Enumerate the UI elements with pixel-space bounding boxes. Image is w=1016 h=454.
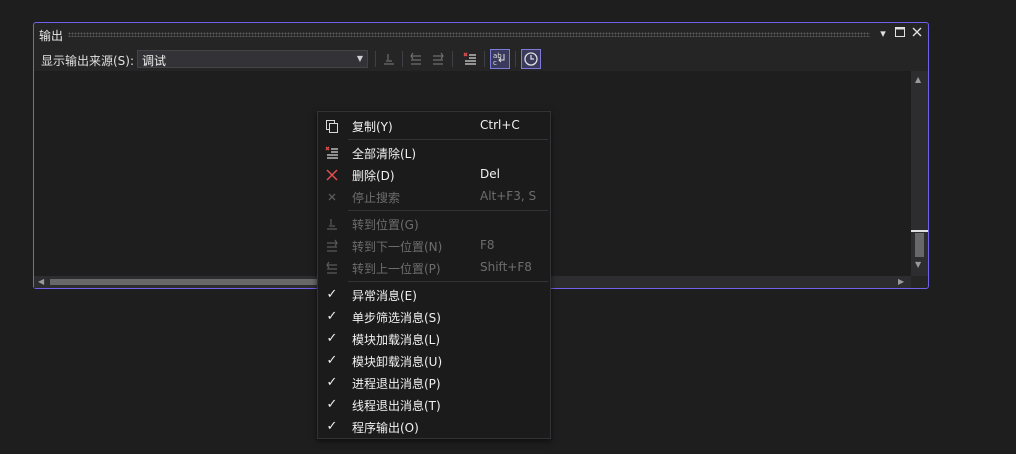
word-wrap-toggle[interactable]: ab c bbox=[490, 49, 510, 69]
vertical-scrollbar[interactable]: ▲ ▼ bbox=[911, 71, 928, 276]
menu-item-label: 复制(Y) bbox=[352, 120, 393, 134]
menu-item-clear-all[interactable]: 全部清除(L) bbox=[318, 142, 550, 164]
menu-item-label: 转到下一位置(N) bbox=[352, 240, 443, 254]
close-icon[interactable] bbox=[910, 27, 924, 41]
menu-item-label: 程序输出(O) bbox=[352, 421, 419, 435]
menu-item-stop-search[interactable]: 停止搜索 Alt+F3, S bbox=[318, 186, 550, 208]
stop-search-icon bbox=[324, 189, 340, 205]
menu-item-shortcut: Ctrl+C bbox=[480, 118, 520, 132]
scroll-down-icon[interactable]: ▼ bbox=[915, 260, 921, 269]
checkmark-icon: ✓ bbox=[326, 353, 338, 368]
menu-item-program-output[interactable]: ✓ 程序输出(O) bbox=[318, 416, 550, 438]
menu-separator bbox=[348, 281, 548, 282]
checkmark-icon: ✓ bbox=[326, 309, 338, 324]
scroll-up-icon[interactable]: ▲ bbox=[915, 75, 921, 84]
menu-item-label: 线程退出消息(T) bbox=[352, 399, 441, 413]
vertical-scroll-thumb[interactable] bbox=[915, 233, 924, 257]
menu-item-label: 进程退出消息(P) bbox=[352, 377, 441, 391]
source-combo[interactable]: 调试 ▼ bbox=[137, 50, 368, 68]
copy-icon bbox=[324, 118, 340, 134]
scroll-right-icon[interactable]: ▶ bbox=[898, 277, 904, 286]
goto-location-icon bbox=[324, 216, 340, 232]
menu-separator bbox=[348, 210, 548, 211]
menu-item-label: 删除(D) bbox=[352, 169, 395, 183]
checkmark-icon: ✓ bbox=[326, 397, 338, 412]
delete-icon bbox=[324, 167, 340, 183]
chevron-down-icon: ▼ bbox=[356, 54, 363, 63]
menu-item-label: 转到上一位置(P) bbox=[352, 262, 441, 276]
maximize-icon[interactable] bbox=[893, 27, 907, 41]
menu-item-label: 停止搜索 bbox=[352, 191, 401, 205]
svg-text:c: c bbox=[493, 59, 497, 67]
menu-item-label: 全部清除(L) bbox=[352, 147, 417, 161]
clear-all-icon[interactable] bbox=[462, 51, 478, 67]
dropdown-icon[interactable]: ▾ bbox=[876, 27, 890, 41]
checkmark-icon: ✓ bbox=[326, 287, 338, 302]
menu-item-module-load-messages[interactable]: ✓ 模块加载消息(L) bbox=[318, 328, 550, 350]
context-menu: 复制(Y) Ctrl+C 全部清除(L) 删除(D) Del 停止搜索 Alt+… bbox=[317, 111, 551, 439]
word-wrap-icon: ab c bbox=[493, 52, 505, 67]
goto-location-icon[interactable] bbox=[381, 51, 397, 67]
panel-title: 输出 bbox=[39, 29, 64, 43]
menu-item-goto-next[interactable]: 转到下一位置(N) F8 bbox=[318, 235, 550, 257]
toolbar-separator bbox=[452, 51, 453, 67]
goto-prev-icon bbox=[324, 260, 340, 276]
menu-item-shortcut: Alt+F3, S bbox=[480, 189, 537, 203]
output-toolbar: 显示输出来源(S): 调试 ▼ ab c bbox=[34, 47, 928, 71]
menu-item-goto-location[interactable]: 转到位置(G) bbox=[318, 213, 550, 235]
menu-item-shortcut: Shift+F8 bbox=[480, 260, 532, 274]
checkmark-icon: ✓ bbox=[326, 375, 338, 390]
timestamp-toggle[interactable] bbox=[521, 49, 541, 69]
menu-item-shortcut: Del bbox=[480, 167, 500, 181]
menu-item-label: 模块卸载消息(U) bbox=[352, 355, 443, 369]
menu-item-process-exit-messages[interactable]: ✓ 进程退出消息(P) bbox=[318, 372, 550, 394]
source-label: 显示输出来源(S): bbox=[41, 54, 135, 68]
checkmark-icon: ✓ bbox=[326, 419, 338, 434]
source-value: 调试 bbox=[142, 54, 167, 68]
menu-item-shortcut: F8 bbox=[480, 238, 495, 252]
menu-item-goto-prev[interactable]: 转到上一位置(P) Shift+F8 bbox=[318, 257, 550, 279]
menu-item-step-filter-messages[interactable]: ✓ 单步筛选消息(S) bbox=[318, 306, 550, 328]
menu-item-label: 转到位置(G) bbox=[352, 218, 419, 232]
menu-separator bbox=[348, 139, 548, 140]
menu-item-label: 单步筛选消息(S) bbox=[352, 311, 441, 325]
panel-titlebar[interactable]: 输出 ▾ bbox=[34, 23, 928, 46]
menu-item-thread-exit-messages[interactable]: ✓ 线程退出消息(T) bbox=[318, 394, 550, 416]
menu-item-exception-messages[interactable]: ✓ 异常消息(E) bbox=[318, 284, 550, 306]
menu-item-copy[interactable]: 复制(Y) Ctrl+C bbox=[318, 115, 550, 137]
scroll-left-icon[interactable]: ◀ bbox=[38, 277, 44, 286]
scroll-marker bbox=[911, 230, 928, 232]
toolbar-separator bbox=[484, 51, 485, 67]
drag-grip[interactable] bbox=[68, 32, 870, 37]
goto-next-icon bbox=[324, 238, 340, 254]
menu-item-label: 模块加载消息(L) bbox=[352, 333, 441, 347]
toolbar-separator bbox=[402, 51, 403, 67]
goto-next-icon[interactable] bbox=[430, 51, 446, 67]
menu-item-module-unload-messages[interactable]: ✓ 模块卸载消息(U) bbox=[318, 350, 550, 372]
toolbar-separator bbox=[375, 51, 376, 67]
goto-prev-icon[interactable] bbox=[408, 51, 424, 67]
toolbar-separator bbox=[515, 51, 516, 67]
clock-icon bbox=[524, 52, 538, 66]
clear-all-icon bbox=[324, 145, 340, 161]
checkmark-icon: ✓ bbox=[326, 331, 338, 346]
menu-item-delete[interactable]: 删除(D) Del bbox=[318, 164, 550, 186]
menu-item-label: 异常消息(E) bbox=[352, 289, 417, 303]
